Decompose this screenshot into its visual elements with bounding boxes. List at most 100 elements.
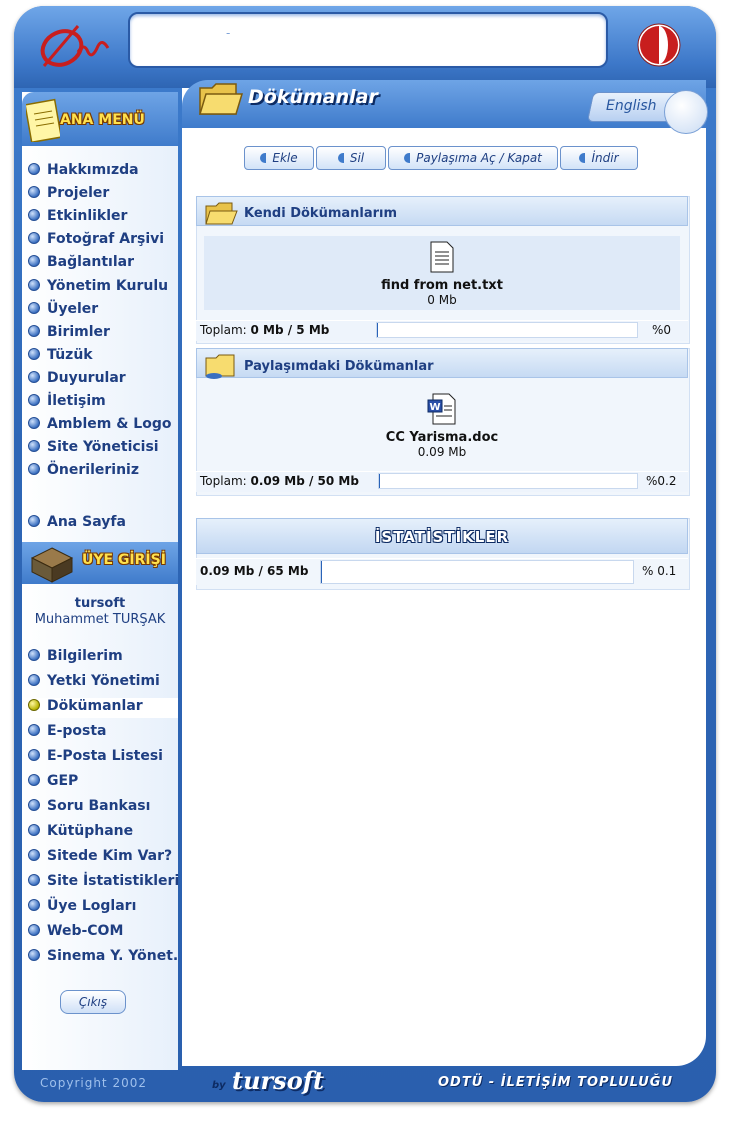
member-item-1[interactable]: Yetki Yönetimi [28, 673, 160, 693]
member-item-6[interactable]: Soru Bankası [28, 798, 150, 818]
bullet-icon [28, 874, 40, 886]
header-title-box: - [128, 12, 608, 68]
bullet-icon [28, 232, 40, 245]
sidebar-item-label: Tüzük [47, 346, 93, 363]
bullet-icon [28, 824, 40, 836]
member-item-12[interactable]: Sinema Y. Yönet. [28, 948, 178, 968]
my-documents-percent: %0 [652, 323, 672, 337]
bullet-icon [28, 255, 40, 268]
member-item-8[interactable]: Sitede Kim Var? [28, 848, 172, 868]
total-label: Toplam: [200, 323, 247, 337]
bullet-icon [28, 924, 40, 936]
sidebar-item-0[interactable]: Hakkımızda [28, 162, 139, 182]
statistics-progress [320, 560, 634, 584]
sidebar-item-label: Birimler [47, 323, 110, 340]
my-documents-total: Toplam: 0 Mb / 5 Mb [200, 323, 329, 337]
bullet-icon [28, 749, 40, 761]
member-item-5[interactable]: GEP [28, 773, 78, 793]
bullet-icon [28, 949, 40, 961]
file-item[interactable]: find from net.txt 0 Mb [342, 240, 542, 307]
language-circle-icon [664, 90, 708, 134]
bullet-icon [28, 278, 40, 291]
svg-text:W: W [429, 402, 440, 413]
page-title: Dökümanlar [248, 86, 378, 108]
sidebar-item-10[interactable]: İletişim [28, 393, 106, 413]
sidebar-item-6[interactable]: Üyeler [28, 301, 98, 321]
member-item-3[interactable]: E-posta [28, 723, 107, 743]
delete-button[interactable]: Sil [316, 146, 386, 170]
download-button-label: İndir [591, 151, 619, 165]
sidebar-item-4[interactable]: Bağlantılar [28, 254, 134, 274]
sidebar-item-label: Yönetim Kurulu [47, 277, 169, 294]
sidebar-item-8[interactable]: Tüzük [28, 347, 93, 367]
sidebar-item-2[interactable]: Etkinlikler [28, 208, 127, 228]
sidebar-item-label: Etkinlikler [47, 208, 128, 225]
sidebar-item-label: Bilgilerim [47, 648, 123, 664]
sidebar-item-label: Bağlantılar [47, 254, 134, 271]
sidebar-item-label: E-Posta Listesi [47, 748, 163, 764]
bullet-icon [28, 209, 40, 222]
member-item-11[interactable]: Web-COM [28, 923, 123, 943]
sidebar-item-label: Duyurular [47, 369, 126, 386]
sidebar-item-label: E-posta [47, 723, 107, 739]
bullet-icon [28, 674, 40, 686]
sidebar-item-3[interactable]: Fotoğraf Arşivi [28, 231, 164, 251]
site-logo-icon[interactable] [34, 18, 114, 74]
tursoft-logo[interactable]: tursoft [232, 1066, 324, 1095]
statistics-value: 0.09 Mb / 65 Mb [200, 564, 308, 578]
bullet-icon [28, 463, 40, 476]
bullet-icon [28, 699, 40, 711]
share-toggle-button[interactable]: Paylaşıma Aç / Kapat [388, 146, 558, 170]
bullet-icon [28, 849, 40, 861]
member-item-9[interactable]: Site İstatistikleri [28, 873, 179, 893]
member-item-7[interactable]: Kütüphane [28, 823, 133, 843]
bullet-icon [28, 186, 40, 199]
statistics-value-text: 0.09 Mb / 65 Mb [200, 564, 309, 578]
progress-fill [379, 474, 381, 488]
bullet-icon [28, 301, 40, 314]
delete-button-label: Sil [349, 151, 365, 165]
bullet-icon [28, 649, 40, 661]
my-documents-progress [376, 322, 638, 338]
statistics-percent: % 0.1 [642, 564, 677, 578]
sidebar-item-label: Kütüphane [47, 823, 134, 839]
username: tursoft [74, 596, 126, 611]
sidebar-item-label: Üyeler [47, 300, 99, 317]
member-item-0[interactable]: Bilgilerim [28, 648, 123, 668]
sidebar-item-label: Sinema Y. Yönet. [47, 948, 179, 964]
member-item-10[interactable]: Üye Logları [28, 898, 136, 918]
button-tip-icon [579, 153, 586, 163]
sidebar-item-5[interactable]: Yönetim Kurulu [28, 278, 168, 298]
statistics-title: İSTATİSTİKLER [374, 528, 510, 546]
file-item[interactable]: W CC Yarisma.doc 0.09 Mb [342, 392, 542, 459]
logout-button[interactable]: Çıkış [60, 990, 126, 1014]
file-name: find from net.txt [381, 278, 503, 293]
bullet-icon [28, 324, 40, 337]
bullet-icon [28, 394, 40, 406]
odtu-logo-icon[interactable] [636, 22, 682, 68]
language-link[interactable]: English [606, 98, 657, 114]
sidebar-item-7[interactable]: Birimler [28, 324, 110, 344]
bullet-icon [28, 774, 40, 786]
bullet-icon [28, 440, 40, 453]
sidebar-item-label: Yetki Yönetimi [47, 673, 160, 689]
sidebar-item-label: Üye Logları [47, 898, 137, 914]
shared-documents-progress [378, 473, 638, 489]
download-button[interactable]: İndir [560, 146, 638, 170]
sidebar-item-11[interactable]: Amblem & Logo [28, 416, 171, 436]
sidebar-item-label: Fotoğraf Arşivi [47, 231, 165, 248]
sidebar-item-home[interactable]: Ana Sayfa [28, 514, 126, 534]
member-item-2[interactable]: Dökümanlar [22, 698, 178, 718]
sidebar-item-9[interactable]: Duyurular [28, 370, 126, 390]
sidebar-item-12[interactable]: Site Yöneticisi [28, 439, 159, 459]
file-name: CC Yarisma.doc [385, 430, 499, 445]
shared-documents-total: Toplam: 0.09 Mb / 50 Mb [200, 474, 359, 488]
sidebar-item-label: Dökümanlar [47, 698, 143, 714]
member-item-4[interactable]: E-Posta Listesi [28, 748, 163, 768]
sidebar-item-13[interactable]: Önerileriniz [28, 462, 139, 482]
open-folder-icon [205, 202, 238, 225]
sidebar-item-1[interactable]: Projeler [28, 185, 109, 205]
file-size: 0.09 Mb [417, 445, 467, 459]
bullet-icon [28, 724, 40, 736]
add-button[interactable]: Ekle [244, 146, 314, 170]
